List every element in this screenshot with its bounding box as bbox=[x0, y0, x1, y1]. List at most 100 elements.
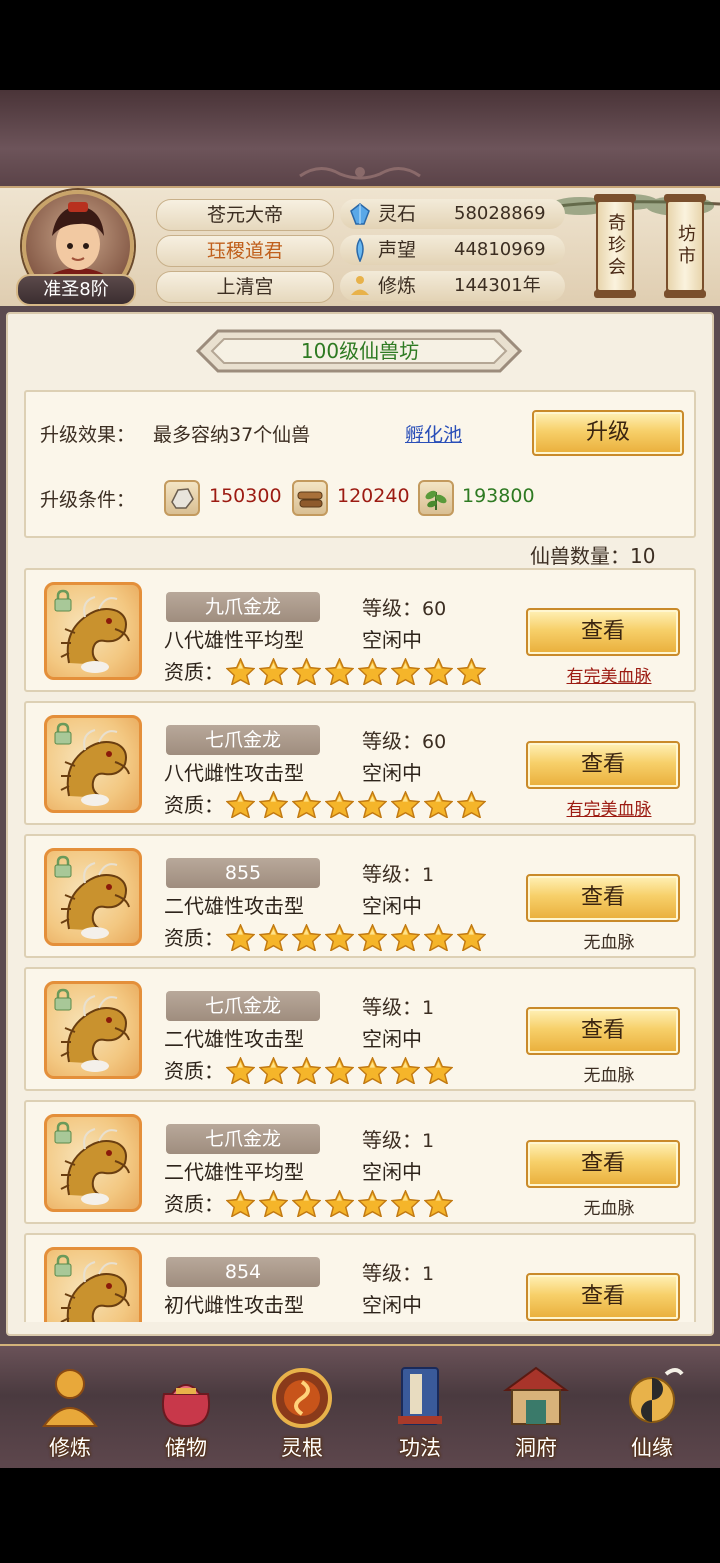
beast-portrait[interactable] bbox=[44, 848, 142, 946]
star-icon bbox=[292, 924, 321, 951]
beast-portrait[interactable] bbox=[44, 1247, 142, 1322]
material-amount-herb: 193800 bbox=[462, 485, 535, 507]
beast-level: 等级：60 bbox=[362, 725, 446, 754]
beast-status: 空闲中 bbox=[362, 1293, 422, 1317]
status-bar-area bbox=[0, 0, 720, 90]
beast-card[interactable]: 七爪金龙 二代雄性平均型 资质： 等级：1 空闲中 查看 无血脉 bbox=[24, 1100, 696, 1224]
spirit-root-icon bbox=[272, 1368, 332, 1428]
quality-stars bbox=[226, 1057, 453, 1084]
view-button[interactable]: 查看 bbox=[526, 1273, 680, 1321]
quality-label: 资质： bbox=[164, 660, 224, 684]
view-button[interactable]: 查看 bbox=[526, 874, 680, 922]
star-icon bbox=[292, 658, 321, 685]
bloodline-status: 无血脉 bbox=[583, 1199, 635, 1219]
view-button[interactable]: 查看 bbox=[526, 1140, 680, 1188]
star-icon bbox=[457, 791, 486, 818]
star-icon bbox=[292, 1190, 321, 1217]
bloodline-status: 无血脉 bbox=[583, 1066, 635, 1086]
beast-level: 等级：1 bbox=[362, 1124, 434, 1153]
spirit-stone-icon bbox=[350, 203, 370, 225]
beast-portrait[interactable] bbox=[44, 715, 142, 813]
star-icon bbox=[325, 658, 354, 685]
cultivate-icon bbox=[42, 1369, 98, 1427]
nav-label: 储物 bbox=[165, 1436, 207, 1460]
star-icon bbox=[358, 1190, 387, 1217]
nav-cave-mansion[interactable]: 洞府 bbox=[486, 1354, 586, 1464]
beast-generation-type: 二代雄性攻击型 bbox=[164, 894, 304, 918]
sect-name: 上清宫 bbox=[156, 271, 334, 303]
star-icon bbox=[358, 658, 387, 685]
rank-badge: 准圣8阶 bbox=[16, 274, 136, 306]
star-icon bbox=[358, 924, 387, 951]
nav-spirit-root[interactable]: 灵根 bbox=[252, 1354, 352, 1464]
star-icon bbox=[226, 1190, 255, 1217]
beast-card[interactable]: 855 二代雄性攻击型 资质： 等级：1 空闲中 查看 无血脉 bbox=[24, 834, 696, 958]
quality-stars bbox=[226, 924, 486, 951]
star-icon bbox=[391, 1190, 420, 1217]
star-icon bbox=[424, 791, 453, 818]
lock-icon[interactable] bbox=[51, 988, 75, 1012]
star-icon bbox=[358, 791, 387, 818]
beast-status: 空闲中 bbox=[362, 761, 422, 785]
panel-title: 100级仙兽坊 bbox=[300, 339, 420, 363]
resource-value: 44810969 bbox=[454, 239, 546, 260]
nav-label: 灵根 bbox=[281, 1436, 323, 1460]
market-button[interactable]: 坊市 bbox=[664, 194, 706, 298]
player-name: 珏稷道君 bbox=[156, 235, 334, 267]
resource-spirit-stone: 灵石 58028869 bbox=[340, 199, 565, 229]
lock-icon[interactable] bbox=[51, 589, 75, 613]
star-icon bbox=[259, 924, 288, 951]
view-button[interactable]: 查看 bbox=[526, 1007, 680, 1055]
lock-icon[interactable] bbox=[51, 855, 75, 879]
nav-label: 功法 bbox=[399, 1436, 441, 1460]
beast-portrait[interactable] bbox=[44, 981, 142, 1079]
nav-label: 洞府 bbox=[515, 1436, 557, 1460]
view-button[interactable]: 查看 bbox=[526, 608, 680, 656]
beast-card[interactable]: 九爪金龙 八代雄性平均型 资质： 等级：60 空闲中 查看 有完美血脉 bbox=[24, 568, 696, 692]
level-label: 等级： bbox=[362, 1261, 422, 1285]
beast-card[interactable]: 七爪金龙 二代雄性攻击型 资质： 等级：1 空闲中 查看 无血脉 bbox=[24, 967, 696, 1091]
upgrade-button[interactable]: 升级 bbox=[532, 410, 684, 456]
star-icon bbox=[457, 658, 486, 685]
beast-name: 855 bbox=[166, 858, 320, 888]
lock-icon[interactable] bbox=[51, 722, 75, 746]
nav-immortal-fate[interactable]: 仙缘 bbox=[602, 1354, 702, 1464]
beast-portrait[interactable] bbox=[44, 582, 142, 680]
star-icon bbox=[391, 1057, 420, 1084]
bloodline-status: 无血脉 bbox=[583, 933, 635, 953]
treasure-auction-button[interactable]: 奇珍会 bbox=[594, 194, 636, 298]
beast-card[interactable]: 854初代雌性攻击型资质：等级：1空闲中查看 bbox=[24, 1233, 696, 1322]
quality-stars bbox=[226, 658, 486, 685]
nav-label: 仙缘 bbox=[631, 1436, 673, 1460]
star-icon bbox=[292, 791, 321, 818]
beast-list[interactable]: 九爪金龙 八代雄性平均型 资质： 等级：60 空闲中 查看 有完美血脉 七爪金龙 八代雌性攻击型… bbox=[24, 568, 696, 1322]
prestige-icon bbox=[356, 238, 364, 262]
beast-generation-type: 初代雌性攻击型 bbox=[164, 1293, 304, 1317]
nav-technique-book[interactable]: 功法 bbox=[370, 1354, 470, 1464]
beast-level: 等级：1 bbox=[362, 991, 434, 1020]
beast-generation-type: 二代雄性平均型 bbox=[164, 1160, 304, 1184]
herb-icon bbox=[418, 480, 454, 516]
view-button[interactable]: 查看 bbox=[526, 741, 680, 789]
beast-portrait[interactable] bbox=[44, 1114, 142, 1212]
lock-icon[interactable] bbox=[51, 1121, 75, 1145]
lock-icon[interactable] bbox=[51, 1254, 75, 1278]
star-icon bbox=[226, 791, 255, 818]
nav-label: 修炼 bbox=[49, 1436, 91, 1460]
resource-label: 灵石 bbox=[378, 203, 417, 225]
beast-name: 854 bbox=[166, 1257, 320, 1287]
beast-card[interactable]: 七爪金龙 八代雌性攻击型 资质： 等级：60 空闲中 查看 有完美血脉 bbox=[24, 701, 696, 825]
beast-level: 等级：1 bbox=[362, 858, 434, 887]
beast-level: 等级：1 bbox=[362, 1257, 434, 1286]
level-value: 60 bbox=[422, 598, 447, 620]
hatching-pool-link[interactable]: 孵化池 bbox=[405, 420, 462, 447]
level-value: 1 bbox=[422, 1263, 435, 1285]
upgrade-condition-label: 升级条件： bbox=[40, 489, 136, 511]
beast-status: 空闲中 bbox=[362, 1160, 422, 1184]
level-label: 等级： bbox=[362, 1128, 422, 1152]
bloodline-status[interactable]: 有完美血脉 bbox=[526, 795, 692, 820]
level-label: 等级： bbox=[362, 596, 422, 620]
bloodline-status[interactable]: 有完美血脉 bbox=[526, 662, 692, 687]
nav-cultivate[interactable]: 修炼 bbox=[20, 1354, 120, 1464]
nav-storage-bag[interactable]: 储物 bbox=[136, 1354, 236, 1464]
